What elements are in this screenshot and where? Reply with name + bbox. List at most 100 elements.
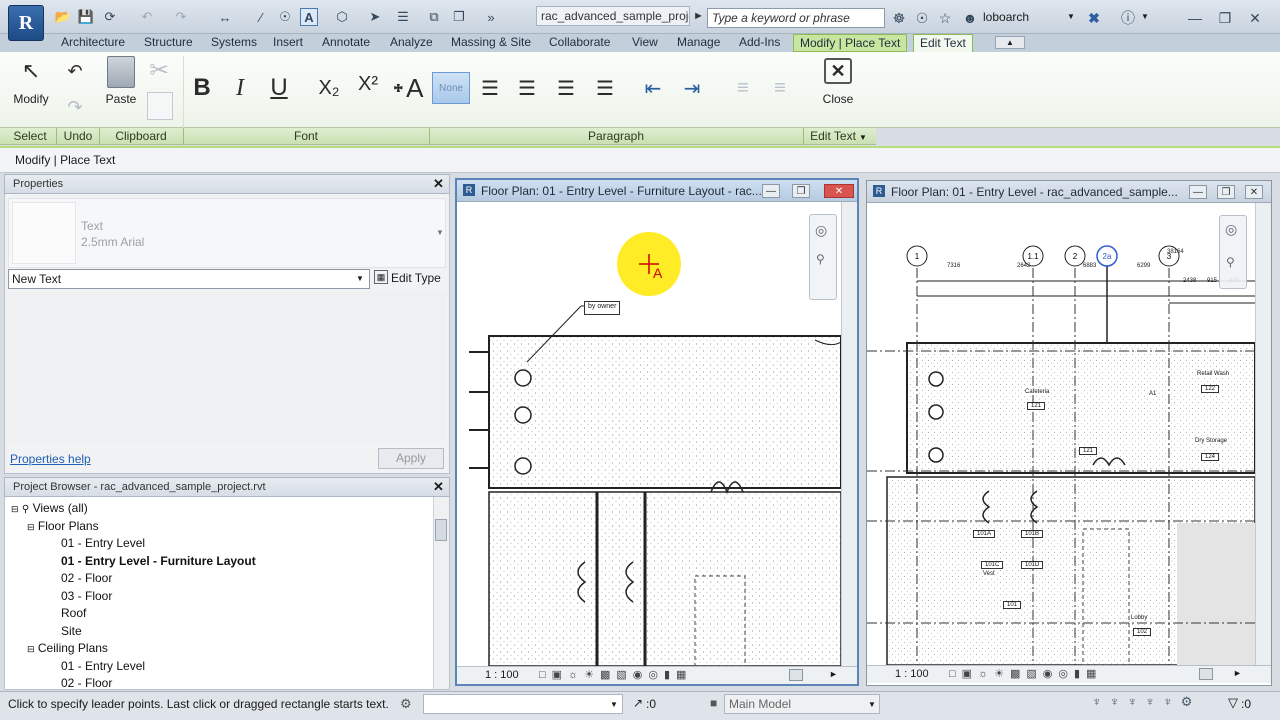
tree-item-roof[interactable]: Roof [61, 605, 86, 623]
save-icon[interactable]: 💾 [77, 8, 95, 26]
app-logo[interactable]: R [8, 5, 44, 41]
room-tag[interactable]: 122 [1201, 385, 1220, 393]
decrease-indent-icon[interactable]: ⇤ [637, 74, 669, 102]
view1-titlebar[interactable]: R Floor Plan: 01 - Entry Level - Furnitu… [457, 180, 857, 202]
modify-button-label[interactable]: Modify [6, 92, 56, 106]
redo-ribbon-icon[interactable]: ↷ [64, 96, 86, 118]
tree-item-02-floor[interactable]: 02 - Floor [61, 570, 112, 588]
room-tag[interactable]: 102 [1133, 628, 1152, 636]
view2-hscroll-thumb[interactable] [1199, 668, 1213, 680]
favorites-icon[interactable]: ☆ [935, 8, 955, 28]
view2-scroll-right-icon[interactable]: ► [1233, 668, 1242, 678]
view-window-furniture[interactable]: R Floor Plan: 01 - Entry Level - Furnitu… [455, 178, 859, 686]
list-none-button[interactable]: None [432, 72, 470, 104]
room-tag[interactable]: 101B [1021, 530, 1044, 538]
view2-zoom-icon[interactable]: ⚲ [1226, 255, 1235, 269]
bullets-icon[interactable]: ☰ [475, 74, 505, 102]
subscript-button[interactable]: X₂ [313, 74, 345, 102]
design-option-dropdown-icon[interactable]: ▼ [868, 700, 876, 709]
user-name[interactable]: loboarch [983, 10, 1029, 24]
open-icon[interactable]: 📂 [54, 8, 72, 26]
type-dropdown-icon[interactable]: ▼ [436, 228, 444, 237]
tree-item-01-entry-level-furniture[interactable]: 01 - Entry Level - Furniture Layout [61, 553, 256, 571]
view2-vscroll[interactable] [1255, 203, 1271, 665]
view1-minimize-icon[interactable]: — [762, 184, 780, 198]
view2-canvas[interactable]: 1 1.1 2 2a 3 731626426883629924389159153… [867, 203, 1255, 665]
collapse-icon[interactable]: ⊟ [27, 522, 35, 532]
view2-steering-wheel-icon[interactable]: ◎ [1225, 221, 1237, 238]
title-more-icon[interactable]: ► [693, 10, 704, 22]
tree-node-ceiling-plans[interactable]: ⊟ Ceiling Plans [27, 640, 108, 658]
filter-icon[interactable]: ▽ [1228, 695, 1238, 711]
sync-icon[interactable]: ⟳ [101, 8, 119, 26]
room-tag[interactable]: Retail Wash [1197, 371, 1230, 377]
edit-type-button[interactable]: Edit Type [391, 271, 441, 285]
view1-control-icons[interactable]: □▣☼☀▩▧◉◎▮▦ [539, 668, 692, 681]
help-dropdown-icon[interactable]: ▼ [1141, 12, 1149, 21]
collapse-icon[interactable]: ⊟ [27, 644, 35, 654]
tag-icon[interactable]: ☉ [276, 8, 294, 26]
modify-cursor-icon[interactable]: ↖ [18, 58, 44, 84]
view1-scale[interactable]: 1 : 100 [485, 669, 519, 681]
edit-type-icon[interactable]: ▦ [374, 270, 388, 284]
increase-indent-icon[interactable]: ⇥ [676, 74, 708, 102]
tab-systems[interactable]: Systems [211, 34, 257, 52]
underline-button[interactable]: U [266, 74, 292, 102]
workset-dropdown-icon[interactable]: ▼ [610, 700, 618, 709]
undo-icon[interactable]: ↶ [138, 8, 156, 26]
paste-icon[interactable] [107, 56, 135, 88]
room-tag[interactable]: Cafeteria [1025, 389, 1050, 395]
tree-item-ceiling-01-entry-level[interactable]: 01 - Entry Level [61, 658, 145, 676]
room-tag[interactable]: A1 [1149, 391, 1157, 397]
view2-titlebar[interactable]: R Floor Plan: 01 - Entry Level - rac_adv… [867, 181, 1271, 203]
tab-structure[interactable]: Structure [144, 34, 193, 52]
tree-item-site[interactable]: Site [61, 623, 82, 641]
view1-hscroll-thumb[interactable] [789, 669, 803, 681]
panel-edit-text-dropdown-icon[interactable]: ▼ [859, 133, 867, 142]
user-icon[interactable]: ☻ [960, 8, 980, 28]
tree-node-floor-plans[interactable]: ⊟ Floor Plans [27, 518, 99, 536]
selection-toggles-icons[interactable]: ♆♆♆♆♆⚙ [1092, 694, 1200, 710]
room-tag[interactable]: Lobby [1131, 615, 1148, 621]
design-options-icon[interactable]: ■ [710, 696, 717, 710]
tab-collaborate[interactable]: Collaborate [549, 34, 610, 52]
close-button-label[interactable]: Close [812, 92, 864, 106]
browser-scroll-thumb[interactable] [435, 519, 447, 541]
room-tag[interactable]: 124 [1201, 453, 1220, 461]
lowercase-letters-icon[interactable]: ☰ [551, 74, 581, 102]
tab-architecture[interactable]: Architecture [61, 34, 125, 52]
room-tag[interactable]: 101C [981, 561, 1004, 569]
workset-icon[interactable]: ⚙ [400, 696, 412, 712]
help-icon[interactable]: ⓘ [1118, 8, 1138, 28]
apply-button[interactable]: Apply [378, 448, 444, 469]
all-caps-icon[interactable]: ᛭A [390, 72, 424, 104]
tab-annotate[interactable]: Annotate [322, 34, 370, 52]
instance-dropdown-icon[interactable]: ▼ [356, 274, 364, 283]
subscription-icon[interactable]: ☉ [912, 8, 932, 28]
view1-close-icon[interactable]: ✕ [824, 184, 854, 198]
view2-control-icons[interactable]: □▣☼☀▩▧◉◎▮▦ [949, 667, 1102, 680]
bold-button[interactable]: B [189, 74, 215, 102]
project-browser-close-icon[interactable]: ✕ [433, 479, 444, 495]
view2-scale[interactable]: 1 : 100 [895, 668, 929, 680]
user-dropdown-icon[interactable]: ▼ [1067, 12, 1075, 21]
binoculars-icon[interactable]: ☸ [889, 8, 909, 28]
tree-node-views-all[interactable]: ⊟ ⚲ Views (all) [11, 500, 88, 518]
section-icon[interactable]: ➤ [366, 8, 384, 26]
cut-icon[interactable]: ✂ [145, 56, 173, 84]
increment-list-icon[interactable]: ≡ [728, 74, 758, 102]
ribbon-minimize-icon[interactable]: ▲ [995, 36, 1025, 49]
tab-add-ins[interactable]: Add-Ins [739, 34, 780, 52]
thin-lines-icon[interactable]: ☰ [394, 8, 412, 26]
view2-close-icon[interactable]: ✕ [1245, 185, 1263, 199]
owner-text-note[interactable]: by owner [584, 301, 621, 315]
view1-vscroll[interactable] [841, 202, 857, 666]
switch-windows-icon[interactable]: ❐ [450, 8, 468, 26]
collapse-icon[interactable]: ⊟ [11, 504, 19, 514]
properties-close-icon[interactable]: ✕ [433, 176, 444, 192]
undo-ribbon-icon[interactable]: ↶ [64, 60, 86, 82]
instance-selector[interactable]: New Text [8, 269, 370, 289]
tab-analyze[interactable]: Analyze [390, 34, 433, 52]
panel-select[interactable]: Select [6, 129, 54, 144]
view1-scroll-right-icon[interactable]: ► [829, 669, 838, 679]
